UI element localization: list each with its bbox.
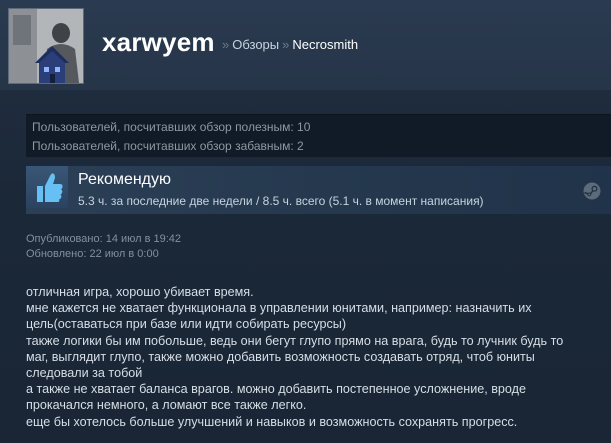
breadcrumb-game-link[interactable]: Necrosmith [292, 37, 358, 52]
review-line: цель(оставаться при базе или идти собира… [26, 317, 347, 332]
posted-date: Опубликовано: 14 июл в 19:42 [26, 233, 182, 245]
review-content: Пользователей, посчитавших обзор полезны… [0, 90, 611, 443]
review-line: следовали за тобой [26, 366, 143, 381]
review-line: также логики бы им побольше, ведь они бе… [26, 333, 564, 348]
updated-date: Обновлено: 22 июл в 0:00 [26, 248, 159, 260]
profile-header: xarwyem » Обзоры» Necrosmith [0, 0, 611, 90]
recommendation-banner: Рекомендую 5.3 ч. за последние две недел… [26, 166, 611, 214]
username[interactable]: xarwyem [102, 27, 215, 58]
thumbs-up-icon [26, 166, 68, 208]
review-line: еще бы хотелось больше улучшений и навык… [26, 414, 518, 429]
review-line: маг, выглядит глупо, также можно добавит… [26, 349, 535, 364]
review-line: мне кажется не хватает функционала в упр… [26, 301, 532, 316]
funny-count: Пользователей, посчитавших обзор забавны… [32, 139, 304, 153]
review-line: а также не хватает баланса врагов. можно… [26, 382, 527, 397]
vote-summary: Пользователей, посчитавших обзор полезны… [26, 114, 611, 157]
helpful-count: Пользователей, посчитавших обзор полезны… [32, 120, 311, 134]
review-line: прокачался немного, а ломают все также л… [26, 398, 307, 413]
avatar-image [9, 9, 83, 83]
avatar[interactable] [8, 8, 84, 84]
review-line: отличная игра, хорошо убивает время. [26, 285, 254, 299]
breadcrumb-separator: » [222, 37, 230, 52]
breadcrumb-reviews-link[interactable]: Обзоры [232, 37, 279, 52]
steam-icon [583, 182, 601, 200]
recommendation-title: Рекомендую [78, 171, 172, 188]
breadcrumb-separator: » [282, 37, 290, 52]
review-text: отличная игра, хорошо убивает время. мне… [26, 284, 586, 430]
playtime-hours: 5.3 ч. за последние две недели / 8.5 ч. … [78, 194, 484, 208]
breadcrumb: » Обзоры» Necrosmith [219, 37, 358, 52]
